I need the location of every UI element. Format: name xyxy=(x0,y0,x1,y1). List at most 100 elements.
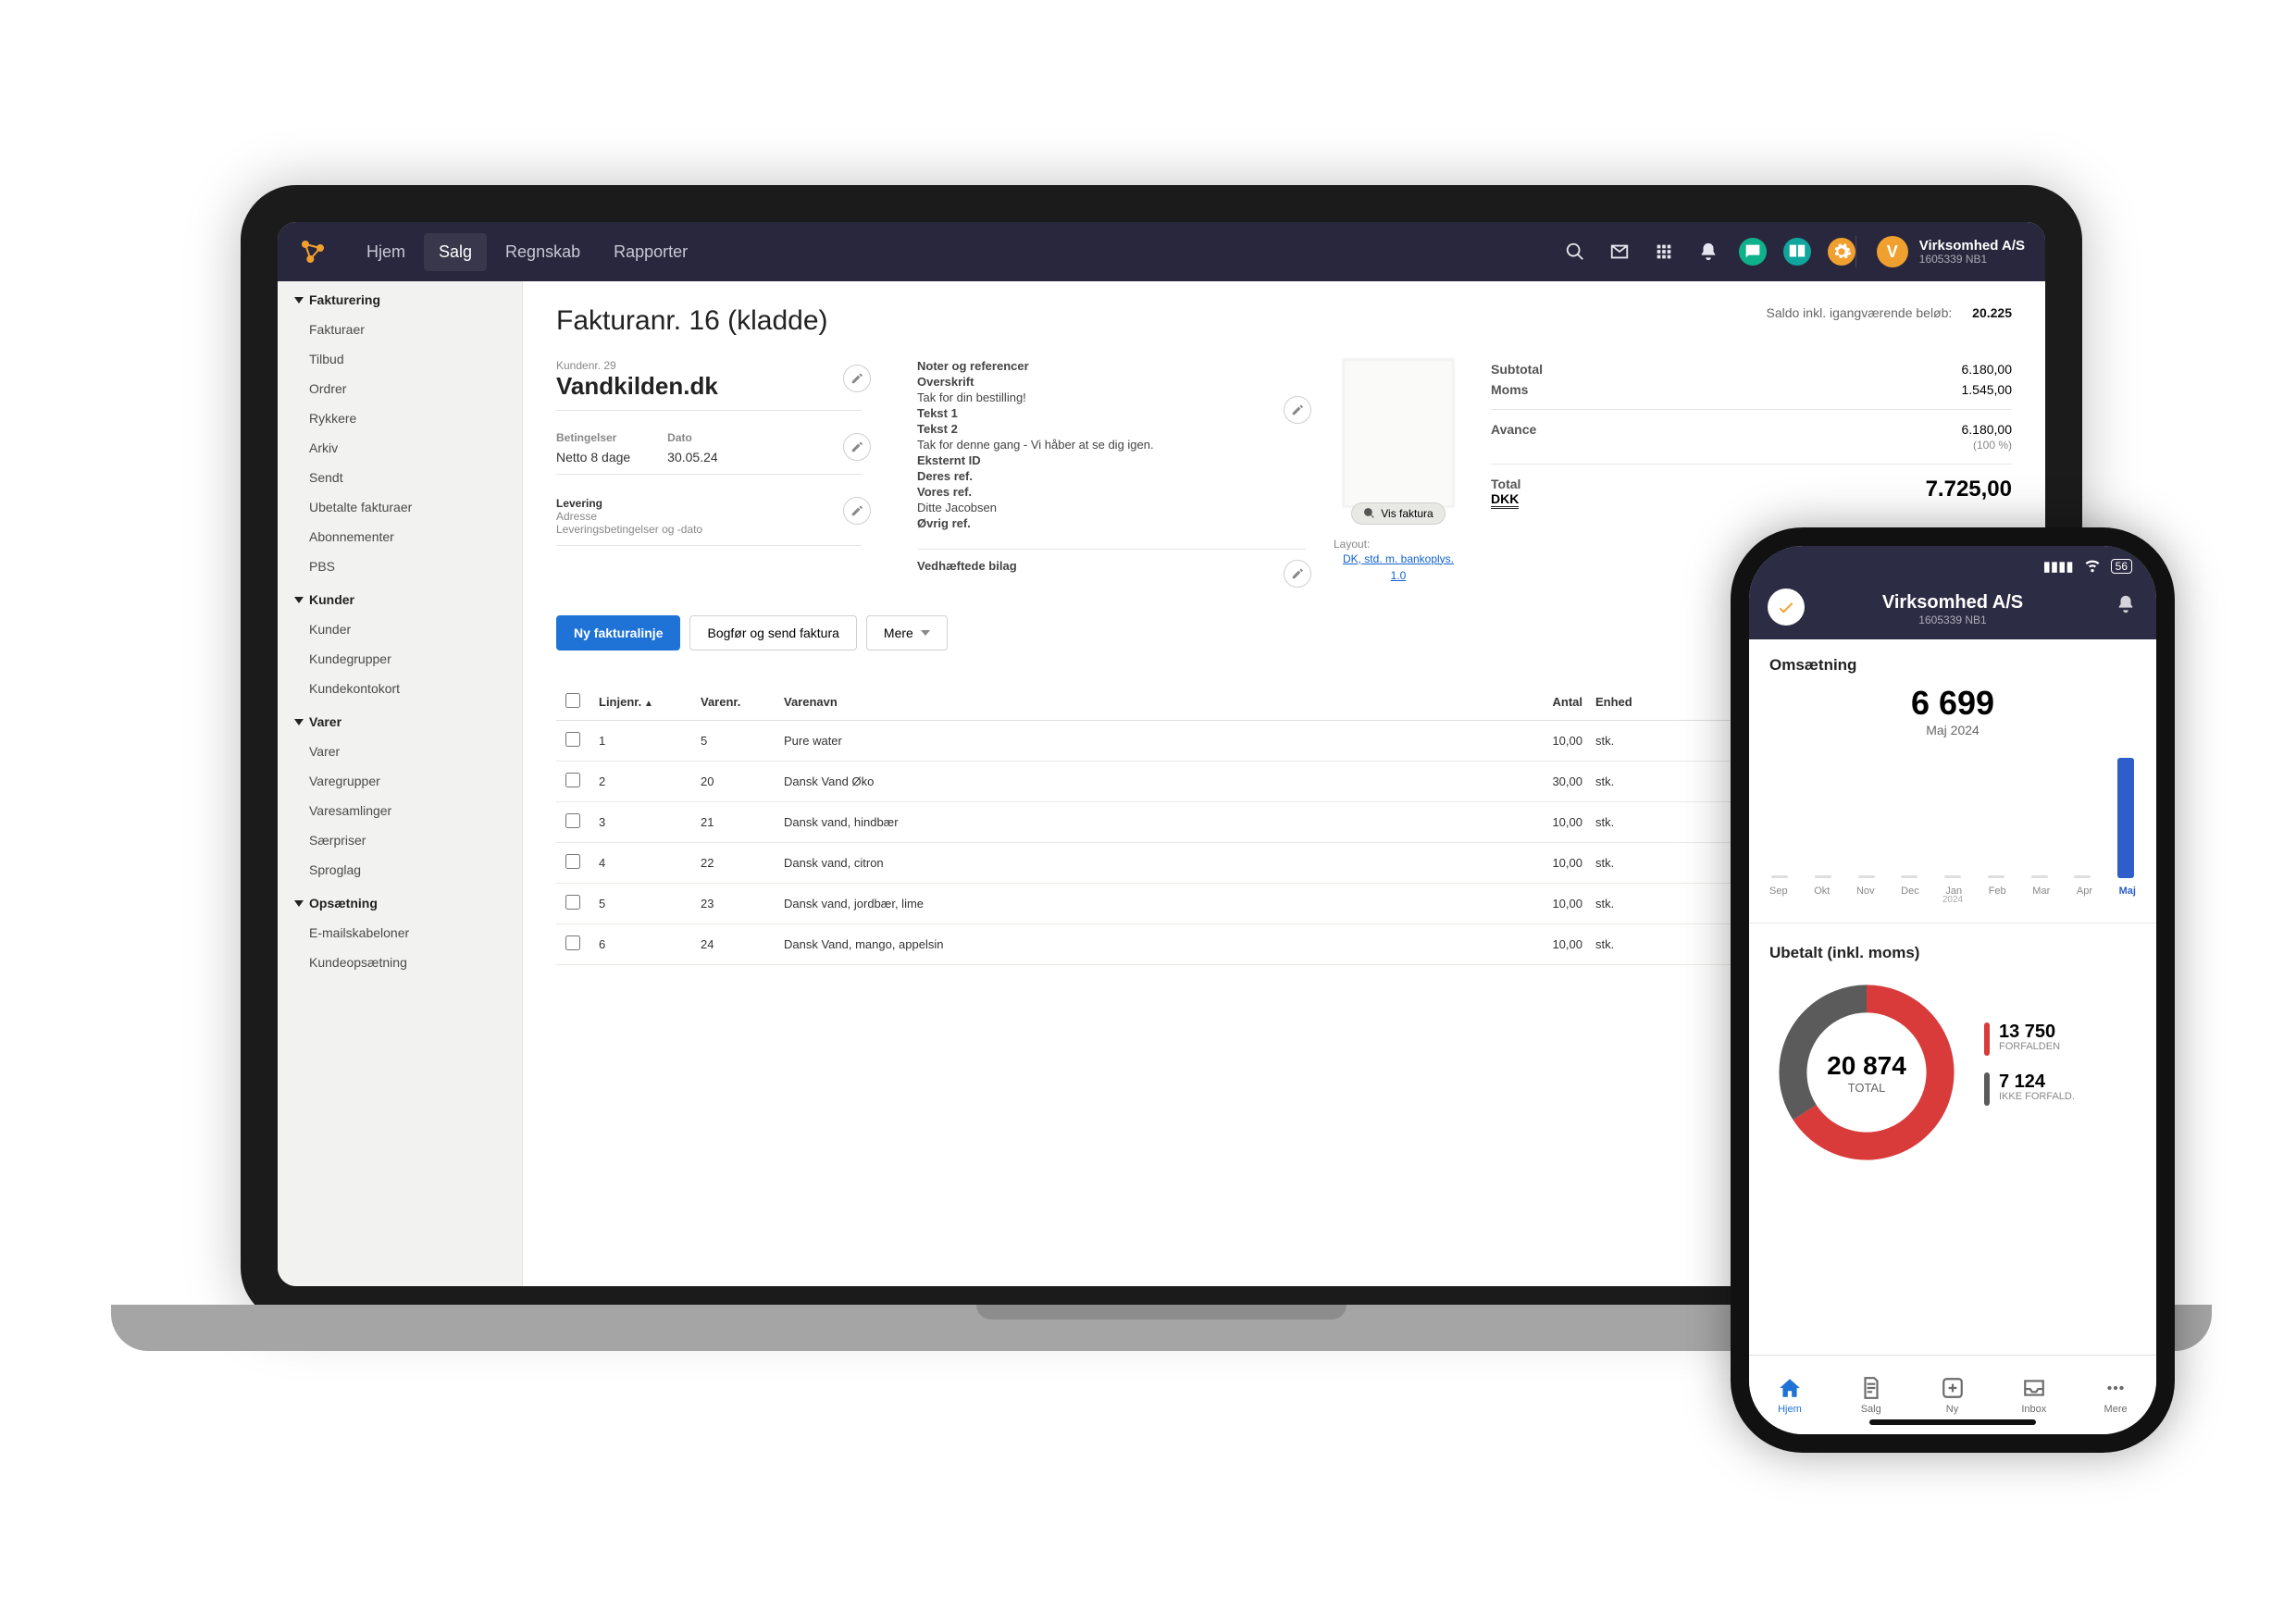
phone-header: Virksomhed A/S 1605339 NB1 xyxy=(1749,587,2156,639)
select-all-checkbox[interactable] xyxy=(565,693,580,708)
inbox-tray-icon xyxy=(2022,1376,2046,1400)
sidebar-item[interactable]: Fakturaer xyxy=(278,315,522,344)
terms-value: Netto 8 dage xyxy=(556,444,630,465)
bar[interactable] xyxy=(1901,875,1917,878)
bar-label: Okt xyxy=(1814,886,1830,897)
tab-inbox[interactable]: Inbox xyxy=(2021,1376,2046,1415)
edit-customer-button[interactable] xyxy=(843,365,871,392)
show-invoice-button[interactable]: Vis faktura xyxy=(1351,502,1445,525)
sidebar-item[interactable]: Tilbud xyxy=(278,344,522,374)
sidebar-item[interactable]: PBS xyxy=(278,551,522,581)
sidebar-item[interactable]: Sendt xyxy=(278,463,522,492)
edit-attachments-button[interactable] xyxy=(1284,560,1311,588)
bar-label: Dec xyxy=(1901,886,1919,897)
row-checkbox[interactable] xyxy=(565,773,580,787)
tab-ny[interactable]: Ny xyxy=(1941,1376,1965,1415)
phone-account-sub: 1605339 NB1 xyxy=(1749,613,2156,626)
gear-icon[interactable] xyxy=(1828,238,1855,266)
nav-rapporter[interactable]: Rapporter xyxy=(599,233,702,271)
topbar-icon-tray xyxy=(1561,238,1855,266)
sidebar: Fakturering Fakturaer Tilbud Ordrer Rykk… xyxy=(278,281,523,1286)
pencil-icon xyxy=(1291,403,1304,416)
ubetalt-donut-chart[interactable]: 20 874 TOTAL xyxy=(1769,975,1964,1170)
inbox-icon[interactable] xyxy=(1606,238,1633,266)
bar-label: Nov xyxy=(1856,886,1875,897)
customer-no-label: Kundenr. 29 xyxy=(556,359,825,372)
bar-label: Feb xyxy=(1989,886,2006,897)
row-checkbox[interactable] xyxy=(565,813,580,828)
sidebar-item[interactable]: Sproglag xyxy=(278,855,522,885)
book-icon[interactable] xyxy=(1783,238,1811,266)
row-checkbox[interactable] xyxy=(565,895,580,910)
nav-hjem[interactable]: Hjem xyxy=(352,233,420,271)
account-switcher[interactable]: V Virksomhed A/S 1605339 NB1 xyxy=(1855,236,2025,267)
edit-terms-button[interactable] xyxy=(843,433,871,461)
sidebar-item[interactable]: Kundeopsætning xyxy=(278,948,522,977)
chat-icon[interactable] xyxy=(1739,238,1767,266)
legend-value-notdue: 7 124 xyxy=(1999,1072,2075,1091)
nav-regnskab[interactable]: Regnskab xyxy=(490,233,595,271)
oms-bar-chart[interactable]: SepOktNovDecJanFebMarAprMaj 2024 xyxy=(1769,749,2136,906)
bar[interactable] xyxy=(1944,875,1961,878)
bell-icon xyxy=(2116,594,2136,614)
battery-icon: 56 xyxy=(2111,559,2132,574)
sidebar-item[interactable]: Varer xyxy=(278,737,522,766)
bar[interactable] xyxy=(1815,875,1831,878)
bar[interactable] xyxy=(2031,875,2048,878)
phone-bell-button[interactable] xyxy=(2116,594,2136,619)
tab-salg[interactable]: Salg xyxy=(1859,1376,1883,1415)
sidebar-section-kunder[interactable]: Kunder xyxy=(278,581,522,614)
sidebar-item[interactable]: Rykkere xyxy=(278,403,522,433)
layout-link[interactable]: DK, std. m. bankoplys. 1.0 xyxy=(1343,552,1454,582)
row-checkbox[interactable] xyxy=(565,732,580,747)
sidebar-item[interactable]: Ubetalte fakturaer xyxy=(278,492,522,522)
edit-delivery-button[interactable] xyxy=(843,497,871,525)
bar-label: Maj xyxy=(2119,886,2136,897)
sidebar-item[interactable]: Særpriser xyxy=(278,825,522,855)
bar-label: Sep xyxy=(1769,886,1788,897)
account-name: Virksomhed A/S xyxy=(1919,239,2025,253)
tab-hjem[interactable]: Hjem xyxy=(1778,1376,1802,1415)
wifi-icon xyxy=(2083,555,2102,577)
phone-account-name: Virksomhed A/S xyxy=(1749,592,2156,613)
new-line-button[interactable]: Ny fakturalinje xyxy=(556,615,680,650)
tab-mere[interactable]: Mere xyxy=(2104,1376,2128,1415)
sidebar-section-varer[interactable]: Varer xyxy=(278,703,522,737)
phone-status-bar: ▮▮▮▮ 56 xyxy=(1749,546,2156,587)
terms-label: Betingelser xyxy=(556,431,630,444)
sidebar-item[interactable]: Abonnementer xyxy=(278,522,522,551)
col-qty[interactable]: Antal xyxy=(1512,695,1595,709)
sidebar-item[interactable]: Varesamlinger xyxy=(278,796,522,825)
col-itemno[interactable]: Varenr. xyxy=(701,695,784,709)
bar[interactable] xyxy=(1858,875,1875,878)
sidebar-item[interactable]: Arkiv xyxy=(278,433,522,463)
row-checkbox[interactable] xyxy=(565,935,580,950)
sidebar-section-opsaetning[interactable]: Opsætning xyxy=(278,885,522,918)
sidebar-item[interactable]: Kunder xyxy=(278,614,522,644)
apps-icon[interactable] xyxy=(1650,238,1678,266)
edit-notes-button[interactable] xyxy=(1284,396,1311,424)
bar[interactable] xyxy=(1988,875,2004,878)
sidebar-item[interactable]: Kundekontokort xyxy=(278,674,522,703)
col-name[interactable]: Varenavn xyxy=(784,695,1512,709)
nav-salg[interactable]: Salg xyxy=(424,233,487,271)
donut-center-value: 20 874 xyxy=(1827,1051,1906,1081)
sidebar-item[interactable]: Varegrupper xyxy=(278,766,522,796)
bell-icon[interactable] xyxy=(1694,238,1722,266)
sidebar-item[interactable]: Ordrer xyxy=(278,374,522,403)
row-checkbox[interactable] xyxy=(565,854,580,869)
col-unit[interactable]: Enhed xyxy=(1595,695,1679,709)
sidebar-item[interactable]: E-mailskabeloner xyxy=(278,918,522,948)
search-icon[interactable] xyxy=(1561,238,1589,266)
date-value: 30.05.24 xyxy=(667,444,718,465)
bar[interactable] xyxy=(2117,758,2134,878)
sidebar-section-fakturering[interactable]: Fakturering xyxy=(278,281,522,315)
sidebar-item[interactable]: Kundegrupper xyxy=(278,644,522,674)
col-line[interactable]: Linjenr. xyxy=(599,695,701,709)
bar[interactable] xyxy=(1771,875,1788,878)
notes-block: Noter og referencer Overskrift Tak for d… xyxy=(917,359,1306,584)
more-button[interactable]: Mere xyxy=(866,615,948,650)
legend-label-overdue: FORFALDEN xyxy=(1999,1041,2060,1052)
post-send-button[interactable]: Bogfør og send faktura xyxy=(689,615,856,650)
bar[interactable] xyxy=(2074,875,2091,878)
